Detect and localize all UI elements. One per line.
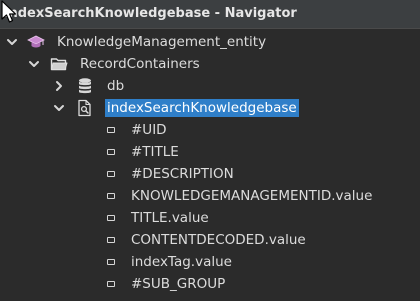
field-label: CONTENTDECODED.value	[131, 232, 306, 248]
field-label: #DESCRIPTION	[131, 166, 234, 182]
tree-node-field[interactable]: KNOWLEDGEMANAGEMENTID.value	[0, 185, 420, 207]
field-icon	[107, 149, 115, 155]
field-icon	[107, 215, 115, 221]
chevron-right-icon[interactable]	[53, 80, 65, 92]
tree-node-field[interactable]: #UID	[0, 119, 420, 141]
field-icon	[107, 259, 115, 265]
chevron-down-icon[interactable]	[53, 102, 65, 114]
navigator-titlebar: indexSearchKnowledgebase - Navigator	[0, 0, 420, 29]
folder-open-icon	[50, 58, 68, 71]
navigator-tree: KnowledgeManagement_entity RecordContain…	[0, 29, 420, 301]
field-icon	[107, 193, 115, 199]
search-document-icon	[78, 99, 91, 117]
tree-node-field[interactable]: #SUB_GROUP	[0, 273, 420, 295]
field-icon	[107, 171, 115, 177]
tree-node-entity[interactable]: KnowledgeManagement_entity	[0, 31, 420, 53]
tree-node-field[interactable]: TITLE.value	[0, 207, 420, 229]
field-label: #TITLE	[131, 144, 179, 160]
field-label: KNOWLEDGEMANAGEMENTID.value	[131, 188, 373, 204]
tree-node-label: RecordContainers	[80, 56, 200, 72]
tree-node-field[interactable]: indexTag.value	[0, 251, 420, 273]
tree-node-field[interactable]: CONTENTDECODED.value	[0, 229, 420, 251]
field-label: #UID	[131, 122, 167, 138]
tree-node-db[interactable]: db	[0, 75, 420, 97]
tree-node-label: db	[107, 78, 125, 94]
tree-node-field[interactable]: #DESCRIPTION	[0, 163, 420, 185]
chevron-down-icon[interactable]	[28, 58, 40, 70]
field-icon	[107, 127, 115, 133]
tree-node-label: indexSearchKnowledgebase	[105, 99, 299, 117]
field-icon	[107, 281, 115, 287]
chevron-down-icon[interactable]	[6, 36, 18, 48]
database-icon	[79, 78, 91, 94]
field-label: TITLE.value	[131, 210, 209, 226]
window-title: indexSearchKnowledgebase - Navigator	[4, 6, 297, 21]
tree-node-record-containers[interactable]: RecordContainers	[0, 53, 420, 75]
tree-node-label: KnowledgeManagement_entity	[57, 34, 267, 50]
tree-node-field[interactable]: #TITLE	[0, 141, 420, 163]
field-label: #SUB_GROUP	[131, 276, 226, 292]
field-icon	[107, 237, 115, 243]
graduation-cap-icon	[27, 35, 45, 48]
tree-node-index-search[interactable]: indexSearchKnowledgebase	[0, 97, 420, 119]
mouse-pointer-icon	[1, 0, 17, 23]
field-label: indexTag.value	[131, 254, 232, 270]
